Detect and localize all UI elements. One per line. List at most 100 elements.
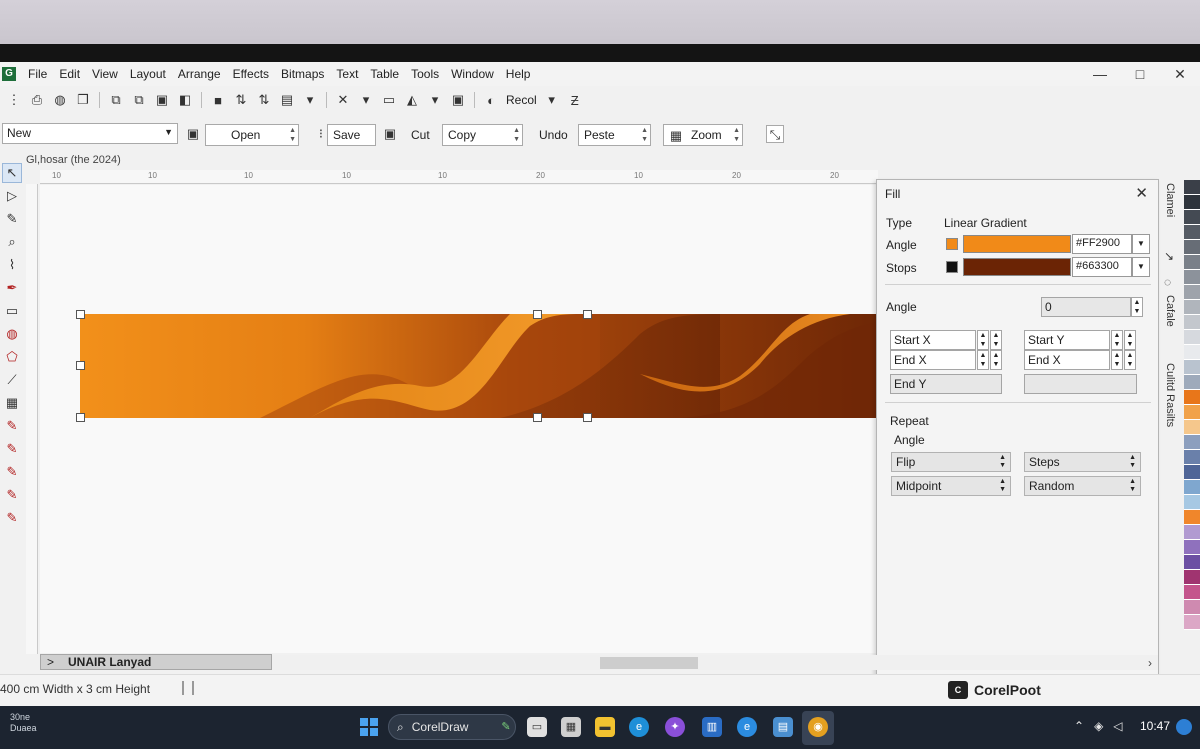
order-icon[interactable]: ◧ xyxy=(175,90,195,110)
type-value[interactable]: Linear Gradient xyxy=(944,216,1027,230)
end-x-right-spin-2[interactable]: ▲ ▼ xyxy=(1124,350,1136,370)
random-dropdown[interactable]: Random ▲ ▼ xyxy=(1024,476,1141,496)
save-file-icon[interactable]: ■ xyxy=(208,90,228,110)
menu-bitmaps[interactable]: Bitmaps xyxy=(275,67,330,81)
color1-bar[interactable] xyxy=(963,235,1071,253)
tool-icon[interactable]: ↘ xyxy=(1164,249,1174,263)
maximize-button[interactable]: □ xyxy=(1120,62,1160,86)
selection-handle[interactable] xyxy=(583,310,592,319)
palette-swatch[interactable] xyxy=(1184,180,1200,195)
frame-small-icon[interactable]: ▣ xyxy=(381,125,399,143)
copy-field[interactable]: Copy ▲ ▼ xyxy=(442,124,523,146)
polygon-tool-icon[interactable]: ⬠ xyxy=(2,347,22,367)
close-icon[interactable]: ✕ xyxy=(1135,184,1148,202)
open-field[interactable]: Open ▲ ▼ xyxy=(205,124,299,146)
palette-swatch[interactable] xyxy=(1184,405,1200,420)
menu-file[interactable]: File xyxy=(22,67,53,81)
shape-tool-icon[interactable]: ▷ xyxy=(2,186,22,206)
image-icon[interactable]: ▣ xyxy=(448,90,468,110)
app-star-icon[interactable]: ✦ xyxy=(665,717,685,737)
palette-swatch[interactable] xyxy=(1184,210,1200,225)
chevron-down-icon[interactable]: ▾ xyxy=(425,90,445,110)
selection-handle[interactable] xyxy=(76,361,85,370)
palette-swatch[interactable] xyxy=(1184,420,1200,435)
cut-button[interactable]: Cut xyxy=(411,128,430,142)
network-icon[interactable]: ◈ xyxy=(1094,719,1103,733)
palette-swatch[interactable] xyxy=(1184,615,1200,630)
pen-app-icon[interactable]: ✎ xyxy=(496,717,516,737)
menu-arrange[interactable]: Arrange xyxy=(172,67,227,81)
menu-view[interactable]: View xyxy=(86,67,124,81)
spin-arrows-icon[interactable]: ▲ ▼ xyxy=(513,126,520,144)
palette-swatch[interactable] xyxy=(1184,465,1200,480)
distribute-icon[interactable]: ⇅ xyxy=(254,90,274,110)
gradient-banner-object[interactable] xyxy=(80,314,880,418)
menu-table[interactable]: Table xyxy=(364,67,405,81)
artistic-media-icon[interactable]: ✒ xyxy=(2,278,22,298)
save-field[interactable]: Save xyxy=(327,124,376,146)
color1-hex-input[interactable]: #FF2900 xyxy=(1072,234,1132,254)
end-x-spin[interactable]: ▲ ▼ xyxy=(977,350,989,370)
start-y-input[interactable]: Start Y xyxy=(1024,330,1110,350)
save-disk-icon[interactable]: ▣ xyxy=(184,125,202,143)
menu-window[interactable]: Window xyxy=(445,67,500,81)
volume-icon[interactable]: ◁ xyxy=(1113,719,1122,733)
paste-field[interactable]: Peste ▲ ▼ xyxy=(578,124,651,146)
spin-arrows-icon[interactable]: ▲ ▼ xyxy=(733,126,740,144)
print-icon[interactable]: ⎙ xyxy=(27,90,47,110)
fill-bucket-icon[interactable]: ◭ xyxy=(402,90,422,110)
menu-tools[interactable]: Tools xyxy=(405,67,445,81)
chevron-down-icon[interactable]: ▾ xyxy=(356,90,376,110)
start-y-spin-2[interactable]: ▲ ▼ xyxy=(1124,330,1136,350)
chevron-right-icon[interactable]: › xyxy=(1148,656,1152,670)
steps-dropdown[interactable]: Steps ▲ ▼ xyxy=(1024,452,1141,472)
end-x-input[interactable]: End X xyxy=(890,350,976,370)
color1-dropdown[interactable]: ▼ xyxy=(1132,234,1150,254)
palette-swatch[interactable] xyxy=(1184,345,1200,360)
palette-swatch[interactable] xyxy=(1184,435,1200,450)
frame-icon[interactable]: ▭ xyxy=(379,90,399,110)
color2-dropdown[interactable]: ▼ xyxy=(1132,257,1150,277)
undo-button[interactable]: Undo xyxy=(539,128,568,142)
page-icon[interactable]: ▤ xyxy=(277,90,297,110)
spin-arrows-icon[interactable]: ▲ ▼ xyxy=(641,126,648,144)
crop-tool-icon[interactable]: ✎ xyxy=(2,209,22,229)
end-x-right-spin[interactable]: ▲ ▼ xyxy=(1111,350,1123,370)
text-tool-icon[interactable]: ⟋ xyxy=(2,370,22,390)
pick-tool-icon[interactable]: ↖ xyxy=(2,163,22,183)
pick-icon[interactable]: ⋮ xyxy=(4,90,24,110)
palette-swatch[interactable] xyxy=(1184,255,1200,270)
start-x-spin[interactable]: ▲ ▼ xyxy=(977,330,989,350)
recol-label[interactable]: Recol xyxy=(504,93,539,107)
minimize-button[interactable]: — xyxy=(1080,62,1120,86)
connector-tool-icon[interactable]: ✎ xyxy=(2,439,22,459)
angle-input[interactable]: 0 xyxy=(1041,297,1131,317)
chevron-down-icon[interactable]: ▾ xyxy=(300,90,320,110)
start-y-spin[interactable]: ▲ ▼ xyxy=(1111,330,1123,350)
docker-tab-2[interactable]: Cafale xyxy=(1164,295,1176,327)
chevron-up-icon[interactable]: ⌃ xyxy=(1074,719,1084,733)
palette-swatch[interactable] xyxy=(1184,270,1200,285)
start-x-input[interactable]: Start X xyxy=(890,330,976,350)
palette-swatch[interactable] xyxy=(1184,540,1200,555)
palette-swatch[interactable] xyxy=(1184,360,1200,375)
palette-swatch[interactable] xyxy=(1184,195,1200,210)
docker-tab-3[interactable]: Culitd Rasilts xyxy=(1164,363,1176,427)
document-tab[interactable]: Gl,hosar (the 2024) xyxy=(26,154,121,166)
drawing-canvas[interactable] xyxy=(40,185,880,653)
menu-text[interactable]: Text xyxy=(330,67,364,81)
menu-layout[interactable]: Layout xyxy=(124,67,172,81)
eyedropper-icon[interactable]: ✎ xyxy=(2,462,22,482)
freehand-tool-icon[interactable]: ⌇ xyxy=(2,255,22,275)
table-tool-icon[interactable]: ▦ xyxy=(2,393,22,413)
task-view-icon[interactable]: ▭ xyxy=(527,717,547,737)
color1-swatch[interactable] xyxy=(946,238,958,250)
clock[interactable]: 10:47 xyxy=(1140,719,1170,733)
empty-field[interactable] xyxy=(1024,374,1137,394)
app-store-icon[interactable]: ▤ xyxy=(773,717,793,737)
weather-widget[interactable]: 30ne Duaea xyxy=(10,712,37,734)
end-x-spin-2[interactable]: ▲ ▼ xyxy=(990,350,1002,370)
dimension-tool-icon[interactable]: ✎ xyxy=(2,416,22,436)
selection-handle[interactable] xyxy=(76,413,85,422)
end-y-input[interactable]: End Y xyxy=(890,374,1002,394)
